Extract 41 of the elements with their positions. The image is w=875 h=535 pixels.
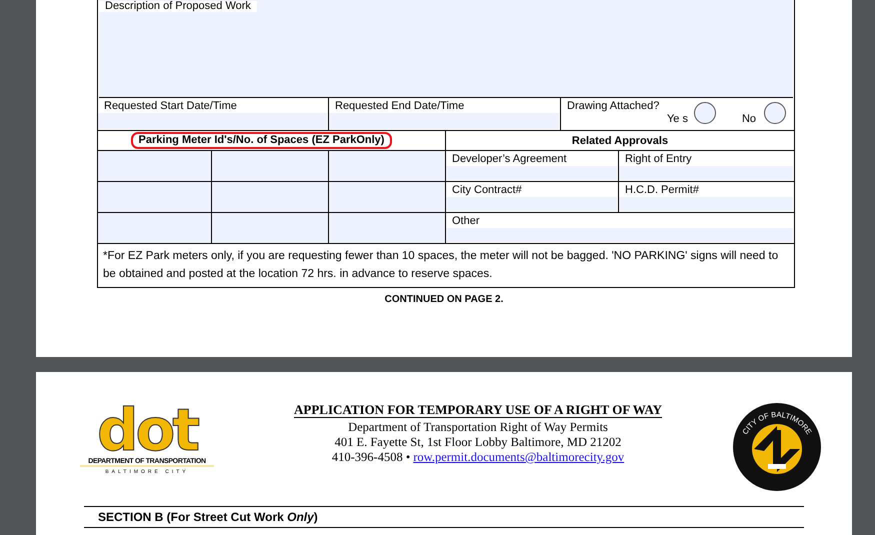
input-field[interactable] xyxy=(98,151,212,182)
input-field[interactable] xyxy=(619,166,793,180)
option-label: No xyxy=(740,113,757,125)
input-field[interactable] xyxy=(329,151,445,182)
field-label: Other xyxy=(451,214,481,228)
section-heading: Related Approvals xyxy=(572,134,668,146)
phone-text: 410-396-4508 • xyxy=(332,450,410,464)
dot-logo: dot xyxy=(96,404,198,456)
input-field[interactable] xyxy=(329,213,445,244)
field-label: Developer’s Agreement xyxy=(451,152,568,166)
section-heading: SECTION B (For Street Cut Work Only) xyxy=(98,510,318,524)
input-field[interactable] xyxy=(98,113,327,129)
field-label: Description of Proposed Work xyxy=(99,1,257,12)
input-field[interactable] xyxy=(619,197,793,211)
input-field[interactable] xyxy=(446,197,617,211)
radio-button[interactable] xyxy=(694,102,716,124)
email-link[interactable]: row.permit.documents@baltimorecity.gov xyxy=(410,450,624,464)
field-label: H.C.D. Permit# xyxy=(624,183,700,197)
input-field[interactable] xyxy=(329,182,445,213)
address-line: 401 E. Fayette St, 1st Floor Lobby Baltimore, MD 21202 xyxy=(334,435,622,450)
input-field[interactable] xyxy=(446,166,617,180)
field-label: Requested End Date/Time xyxy=(334,99,466,113)
section-heading: Parking Meter Id's/No. of Spaces (EZ ParkOnly) xyxy=(130,132,392,149)
input-field[interactable] xyxy=(446,228,793,242)
input-field[interactable] xyxy=(329,113,559,129)
input-field[interactable] xyxy=(212,151,329,182)
input-field[interactable] xyxy=(212,182,329,213)
option-label: Ye s xyxy=(666,113,688,125)
input-field[interactable]: Description of Proposed Work xyxy=(99,0,793,98)
radio-button[interactable] xyxy=(764,102,786,124)
document-title: APPLICATION FOR TEMPORARY USE OF A RIGHT OF WAY xyxy=(294,402,662,418)
continued-text: CONTINUED ON PAGE 2. xyxy=(384,294,504,305)
input-field[interactable] xyxy=(98,213,212,244)
input-field[interactable] xyxy=(98,182,212,213)
input-field[interactable] xyxy=(212,213,329,244)
note-text: *For EZ Park meters only, if you are requesting fewer than 10 spaces, the meter will not be bagged. 'NO PARKING' signs will need to be obtained and posted at the location 72 hrs. in advance to reserve spaces. xyxy=(103,250,778,280)
field-label: Right of Entry xyxy=(624,152,693,166)
field-label: City Contract# xyxy=(451,183,523,197)
field-label: Requested Start Date/Time xyxy=(103,99,238,113)
address-line: Department of Transportation Right of Way Permits xyxy=(347,420,609,435)
field-label: Drawing Attached? xyxy=(567,100,660,112)
